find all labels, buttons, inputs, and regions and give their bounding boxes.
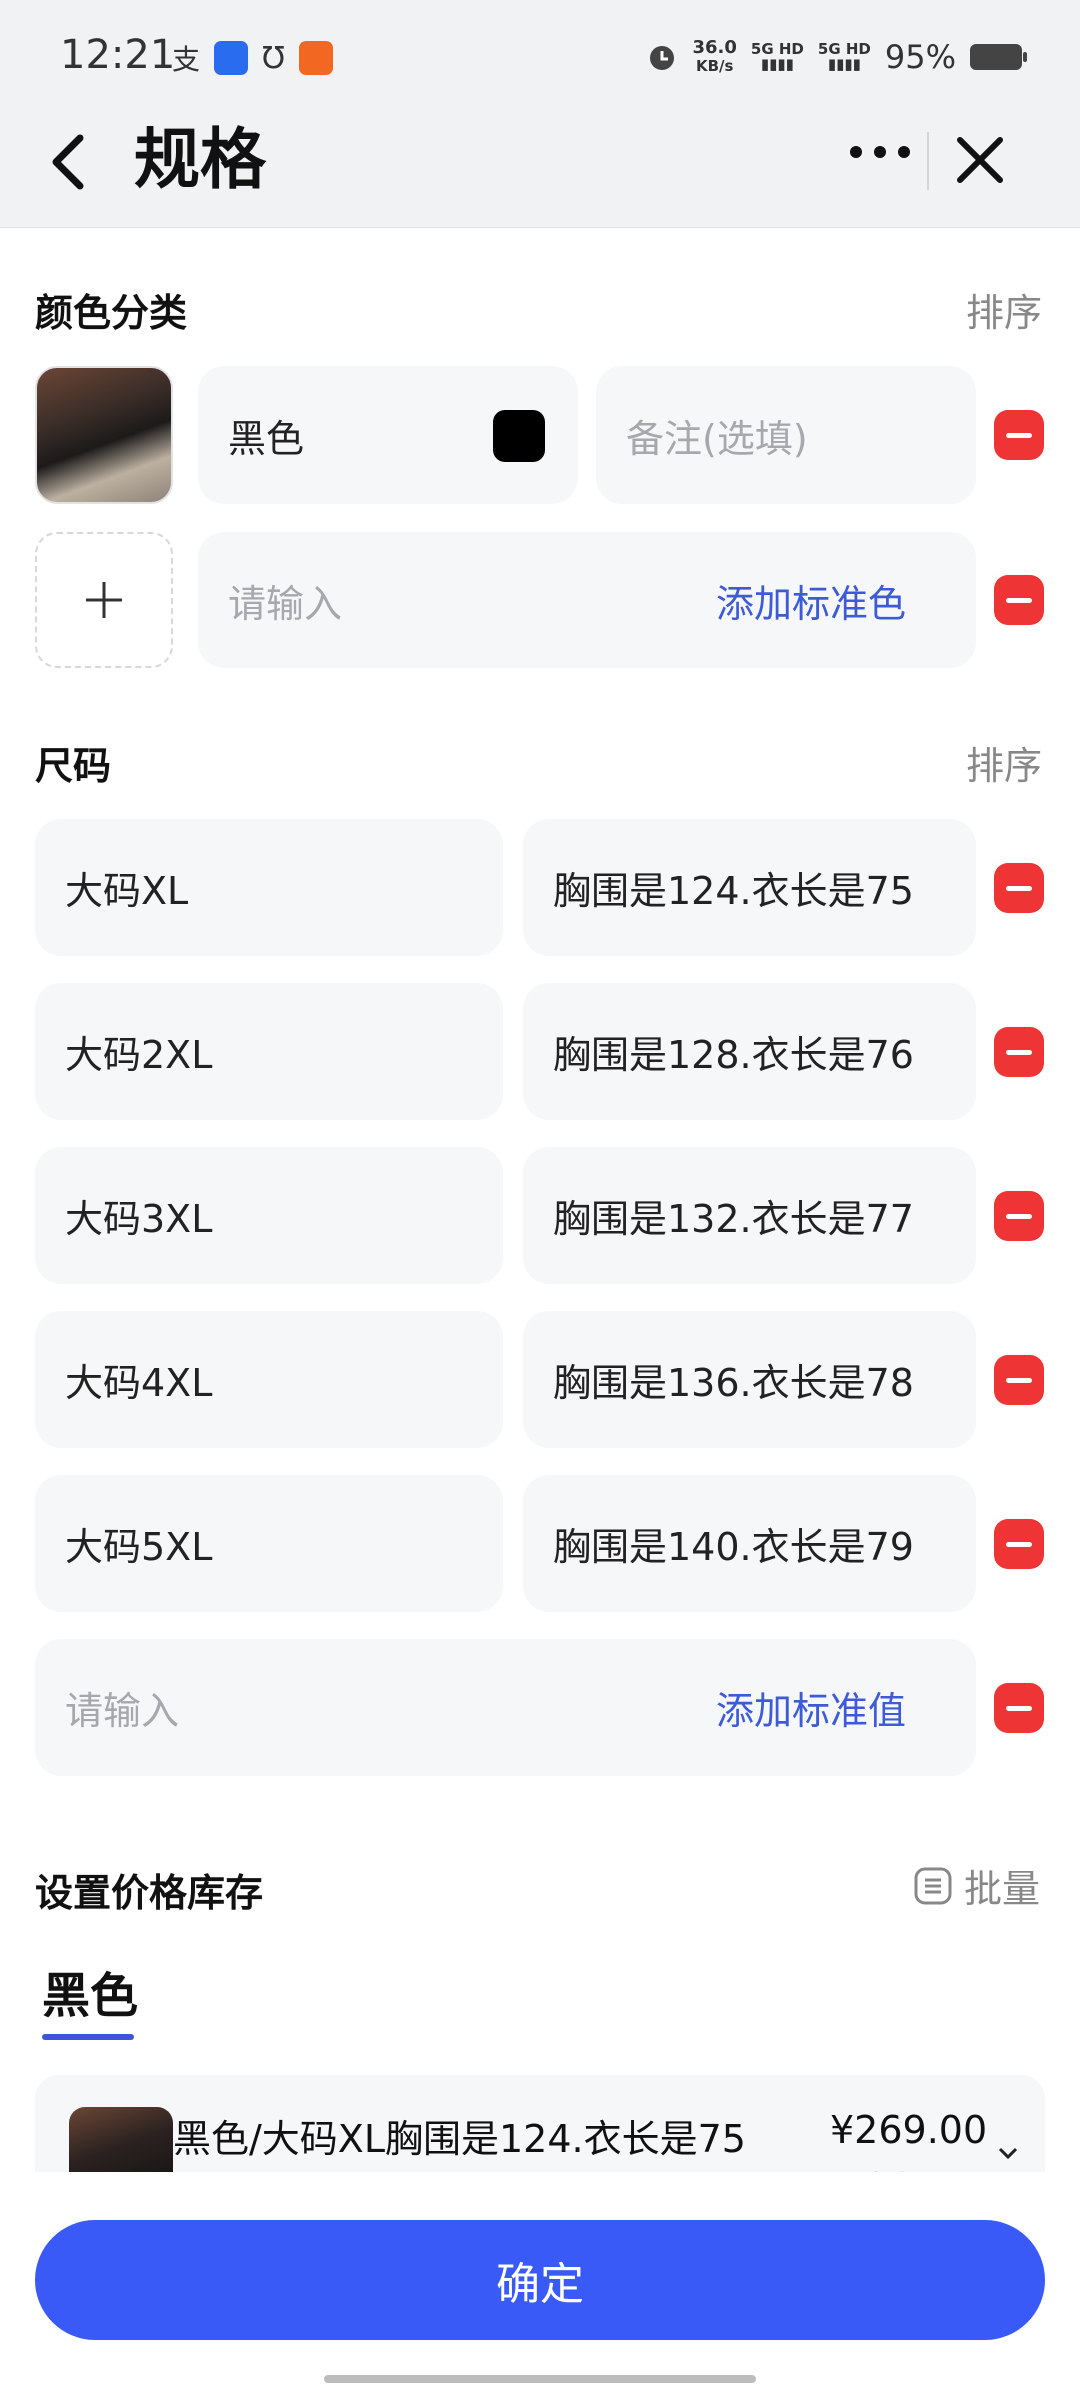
color-sort-button[interactable]: 排序	[966, 282, 1042, 337]
new-color-placeholder: 请输入	[228, 581, 343, 626]
delete-color-button[interactable]	[994, 410, 1044, 460]
size-name-text: 大码XL	[65, 869, 189, 913]
status-app-icons: 支 Ʊ	[172, 40, 333, 76]
add-standard-size-link[interactable]: 添加标准值	[716, 1680, 906, 1735]
size-note-field[interactable]: 胸围是128.衣长是76	[523, 983, 976, 1120]
size-name-text: 大码3XL	[65, 1197, 213, 1241]
add-color-photo-button[interactable]	[35, 532, 173, 668]
tab-underline	[42, 2034, 134, 2040]
size-section-title: 尺码	[35, 744, 112, 788]
delete-new-size-button[interactable]	[994, 1683, 1044, 1733]
color-item-photo[interactable]	[35, 366, 173, 504]
confirm-button[interactable]: 确定	[35, 2220, 1045, 2340]
size-note-text: 胸围是136.衣长是78	[553, 1361, 914, 1405]
price-section-title: 设置价格库存	[35, 1871, 264, 1915]
sku-label: 黑色/大码XL胸围是124.衣长是75	[173, 2117, 746, 2161]
size-note-field[interactable]: 胸围是136.衣长是78	[523, 1311, 976, 1448]
tab-black[interactable]: 黑色	[42, 1956, 138, 2026]
battery-icon	[970, 44, 1027, 70]
home-indicator	[324, 2375, 756, 2383]
size-name-text: 大码2XL	[65, 1033, 213, 1077]
size-name-text: 大码4XL	[65, 1361, 213, 1405]
color-swatch[interactable]	[493, 410, 545, 462]
spec-editor-page: 12:21 支 Ʊ 36.0 KB/s 5G HD ▮▮▮▮ 5G HD ▮▮▮▮ 9…	[0, 0, 1080, 2388]
size-name-field[interactable]: 大码XL	[35, 819, 503, 956]
back-icon[interactable]	[44, 122, 94, 202]
chevron-down-icon[interactable]	[995, 2140, 1021, 2166]
status-time: 12:21	[60, 32, 176, 78]
sku-thumbnail	[69, 2107, 173, 2175]
size-name-text: 大码5XL	[65, 1525, 213, 1569]
delete-size-button[interactable]	[994, 1519, 1044, 1569]
status-right: 36.0 KB/s 5G HD ▮▮▮▮ 5G HD ▮▮▮▮ 95%	[646, 37, 1027, 76]
page-title: 规格	[134, 121, 266, 198]
size-name-field[interactable]: 大码4XL	[35, 1311, 503, 1448]
size-note-field[interactable]: 胸围是132.衣长是77	[523, 1147, 976, 1284]
size-sort-button[interactable]: 排序	[966, 735, 1042, 790]
delete-size-button[interactable]	[994, 863, 1044, 913]
signal-1: 5G HD ▮▮▮▮	[750, 40, 804, 73]
app-notify-icon	[214, 41, 249, 75]
size-note-text: 胸围是132.衣长是77	[553, 1197, 914, 1241]
size-name-field[interactable]: 大码2XL	[35, 983, 503, 1120]
delete-size-button[interactable]	[994, 1027, 1044, 1077]
color-name-text: 黑色	[228, 416, 305, 461]
alipay-icon: 支	[172, 43, 201, 76]
size-note-field[interactable]: 胸围是124.衣长是75	[523, 819, 976, 956]
color-note-placeholder: 备注(选填)	[626, 416, 808, 461]
header-divider	[927, 132, 929, 190]
delete-size-button[interactable]	[994, 1191, 1044, 1241]
color-section-title: 颜色分类	[35, 291, 188, 335]
size-note-text: 胸围是124.衣长是75	[553, 869, 914, 913]
delete-new-color-button[interactable]	[994, 575, 1044, 625]
new-color-input[interactable]: 请输入 添加标准色	[198, 532, 976, 668]
color-note-field[interactable]: 备注(选填)	[596, 366, 976, 504]
network-speed: 36.0 KB/s	[692, 37, 737, 76]
size-note-text: 胸围是140.衣长是79	[553, 1525, 914, 1569]
size-name-field[interactable]: 大码5XL	[35, 1475, 503, 1612]
delete-size-button[interactable]	[994, 1355, 1044, 1405]
add-standard-color-link[interactable]: 添加标准色	[716, 573, 906, 628]
batch-icon	[914, 1867, 952, 1904]
size-name-field[interactable]: 大码3XL	[35, 1147, 503, 1284]
size-note-text: 胸围是128.衣长是76	[553, 1033, 914, 1077]
new-size-input[interactable]: 请输入 添加标准值	[35, 1639, 976, 1776]
taobao-notify-icon	[298, 41, 333, 75]
close-icon[interactable]	[950, 130, 1010, 190]
alarm-icon	[650, 46, 675, 70]
new-size-placeholder: 请输入	[65, 1689, 180, 1733]
more-icon[interactable]	[850, 146, 910, 158]
signal-2: 5G HD ▮▮▮▮	[817, 40, 871, 73]
shield-icon: Ʊ	[262, 40, 285, 76]
batch-label: 批量	[964, 1867, 1041, 1911]
batch-button[interactable]: 批量	[912, 1858, 1040, 1913]
plus-icon	[86, 582, 122, 618]
size-note-field[interactable]: 胸围是140.衣长是79	[523, 1475, 976, 1612]
sku-price: ¥269.00	[830, 2108, 988, 2152]
battery-percent: 95%	[884, 38, 956, 76]
